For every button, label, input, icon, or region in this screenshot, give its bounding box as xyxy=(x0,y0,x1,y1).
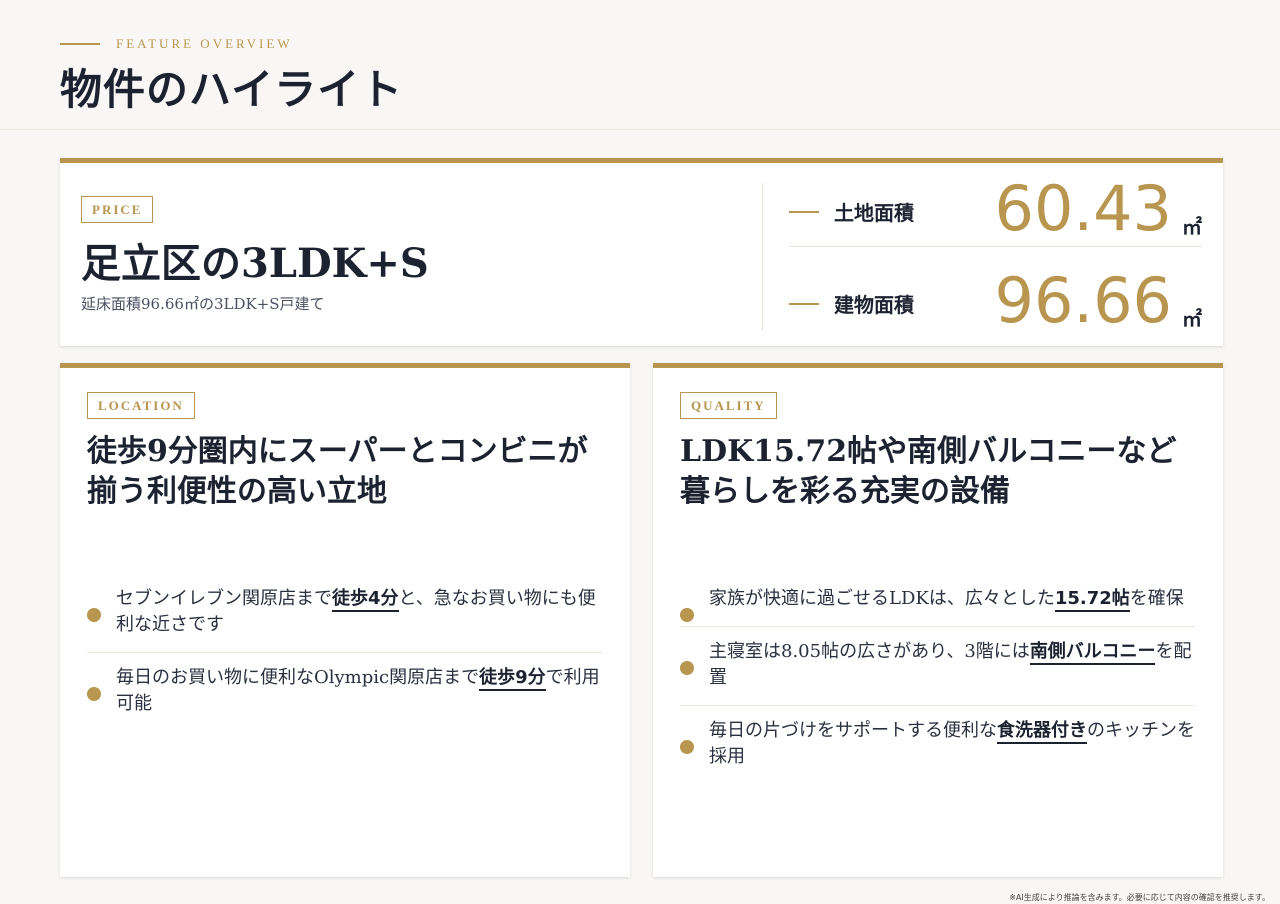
bullet-text: 家族が快適に過ごせるLDKは、広々とした xyxy=(709,588,1055,609)
stat-unit: ㎡ xyxy=(1182,215,1202,239)
quality-tag: QUALITY xyxy=(680,392,777,419)
page-title: 物件のハイライト xyxy=(60,65,404,114)
bullet-dot-icon xyxy=(87,608,101,622)
list-item: 毎日の片づけをサポートする便利な食洗器付きのキッチンを採用 xyxy=(680,706,1195,784)
location-card: LOCATION 徒歩9分圏内にスーパーとコンビニが 揃う利便性の高い立地 セブ… xyxy=(60,363,630,877)
page-header: FEATURE OVERVIEW 物件のハイライト xyxy=(0,0,1280,130)
price-tag: PRICE xyxy=(81,196,154,223)
eyebrow: FEATURE OVERVIEW xyxy=(60,36,293,52)
list-item: セブンイレブン関原店まで徒歩4分と、急なお買い物にも便利な近さです xyxy=(87,574,602,653)
quality-card: QUALITY LDK15.72帖や南側バルコニーなど 暮らしを彩る充実の設備 … xyxy=(653,363,1223,877)
bullet-dot-icon xyxy=(680,740,694,754)
footnote: ※AI生成により推論を含みます。必要に応じて内容の確認を推奨します。 xyxy=(1009,893,1270,902)
location-title-line: 徒歩9分圏内にスーパーとコンビニが xyxy=(87,434,588,469)
quality-title: LDK15.72帖や南側バルコニーなど 暮らしを彩る充実の設備 xyxy=(680,432,1210,512)
vertical-divider xyxy=(762,183,763,331)
bullet-text: セブンイレブン関原店まで xyxy=(116,588,332,609)
stat-land-area: 土地面積 60.43 ㎡ xyxy=(789,172,1202,247)
bullet-text: 毎日のお買い物に便利なOlympic関原店まで xyxy=(116,667,480,688)
list-item: 家族が快適に過ごせるLDKは、広々とした15.72帖を確保 xyxy=(680,574,1195,627)
bullet-dot-icon xyxy=(680,608,694,622)
stat-label: 土地面積 xyxy=(834,201,914,225)
stat-unit: ㎡ xyxy=(1182,307,1202,331)
list-item: 主寝室は8.05帖の広さがあり、3階には南側バルコニーを配置 xyxy=(680,627,1195,706)
stat-label: 建物面積 xyxy=(834,293,914,317)
eyebrow-line xyxy=(60,43,100,45)
stat-dash xyxy=(789,303,819,305)
bullet-text: 毎日の片づけをサポートする便利な xyxy=(709,720,997,741)
price-title: 足立区の3LDK+S xyxy=(81,240,429,287)
bullet-text: を確保 xyxy=(1129,588,1184,609)
bullet-highlight: 15.72帖 xyxy=(1054,588,1130,612)
location-title-line: 揃う利便性の高い立地 xyxy=(87,474,387,509)
bullet-highlight: 徒歩4分 xyxy=(332,588,399,612)
bullet-highlight: 食洗器付き xyxy=(997,720,1087,744)
list-item: 毎日のお買い物に便利なOlympic関原店まで徒歩9分で利用可能 xyxy=(87,653,602,731)
bullet-dot-icon xyxy=(87,687,101,701)
eyebrow-text: FEATURE OVERVIEW xyxy=(116,36,293,51)
bullet-text: 主寝室は8.05帖の広さがあり、3階には xyxy=(709,641,1030,662)
stat-value: 60.43 xyxy=(994,172,1173,245)
stat-dash xyxy=(789,211,819,213)
bullet-dot-icon xyxy=(680,661,694,675)
location-title: 徒歩9分圏内にスーパーとコンビニが 揃う利便性の高い立地 xyxy=(87,432,617,512)
quality-bullet-list: 家族が快適に過ごせるLDKは、広々とした15.72帖を確保 主寝室は8.05帖の… xyxy=(680,574,1195,784)
stat-value: 96.66 xyxy=(994,264,1173,337)
price-subtitle: 延床面積96.66㎡の3LDK+S戸建て xyxy=(81,295,325,313)
price-card: PRICE 足立区の3LDK+S 延床面積96.66㎡の3LDK+S戸建て 土地… xyxy=(60,158,1223,346)
bullet-highlight: 南側バルコニー xyxy=(1029,641,1156,665)
quality-title-line: 暮らしを彩る充実の設備 xyxy=(680,474,1010,509)
stat-building-area: 建物面積 96.66 ㎡ xyxy=(789,264,1202,339)
location-bullet-list: セブンイレブン関原店まで徒歩4分と、急なお買い物にも便利な近さです 毎日のお買い… xyxy=(87,574,602,731)
bullet-highlight: 徒歩9分 xyxy=(479,667,546,691)
location-tag: LOCATION xyxy=(87,392,195,419)
quality-title-line: LDK15.72帖や南側バルコニーなど xyxy=(680,434,1177,469)
